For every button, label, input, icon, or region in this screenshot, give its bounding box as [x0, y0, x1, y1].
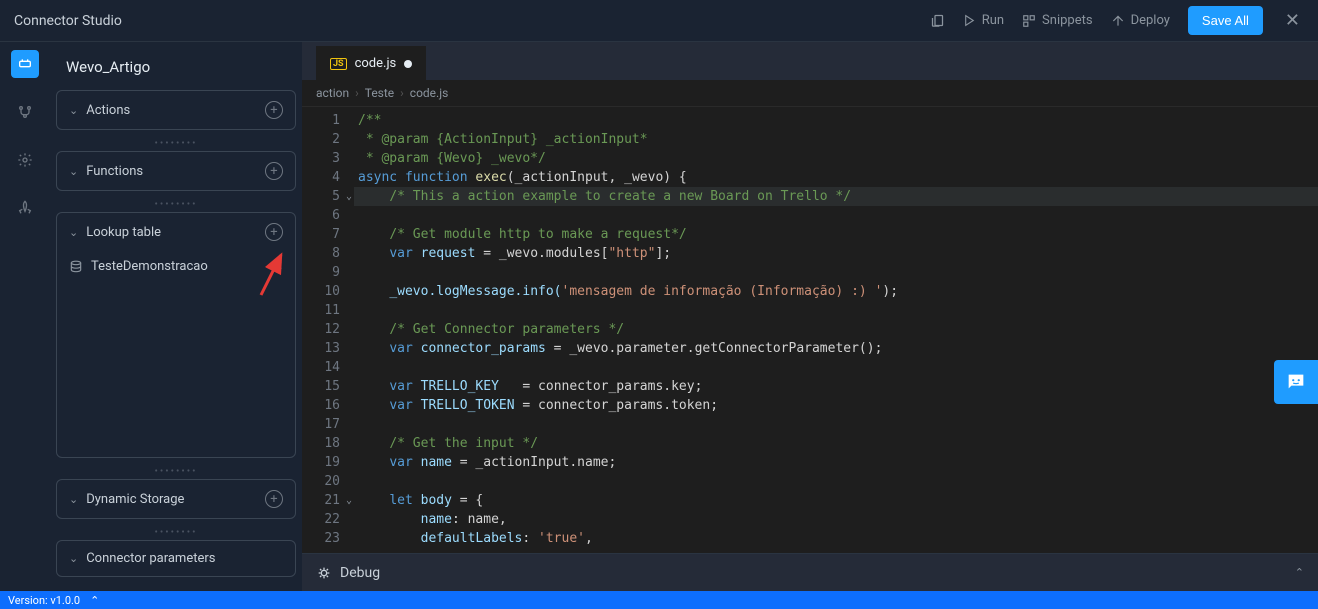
- fold-icon[interactable]: ⌄: [346, 187, 352, 206]
- top-actions: Run Snippets Deploy Save All ✕: [930, 6, 1304, 35]
- chevron-down-icon: ⌄: [69, 104, 78, 117]
- panel-connector-params-label: Connector parameters: [86, 551, 215, 566]
- rail-rocket-icon[interactable]: [11, 194, 39, 222]
- add-action-button[interactable]: +: [265, 101, 283, 119]
- panel-actions-label: Actions: [86, 103, 130, 118]
- main-layout: Wevo_Artigo ⌄ Actions + •••••••• ⌄ Funct…: [0, 42, 1318, 591]
- breadcrumb-teste: Teste: [365, 86, 394, 100]
- lookup-item-label: TesteDemonstracao: [91, 259, 208, 274]
- debug-label: Debug: [340, 565, 380, 581]
- drag-handle[interactable]: ••••••••: [56, 527, 296, 538]
- save-all-button[interactable]: Save All: [1188, 6, 1263, 35]
- sidebar: Wevo_Artigo ⌄ Actions + •••••••• ⌄ Funct…: [50, 42, 302, 591]
- version-label: Version: v1.0.0: [8, 594, 80, 607]
- database-icon: [69, 260, 83, 274]
- chat-widget-button[interactable]: [1274, 360, 1318, 404]
- panel-functions: ⌄ Functions +: [56, 151, 296, 191]
- project-header: Wevo_Artigo: [56, 50, 296, 84]
- version-chevron-icon[interactable]: ⌃: [90, 594, 99, 607]
- unsaved-dot-icon: [404, 60, 412, 68]
- code-content: /** * @param {ActionInput} _actionInput*…: [354, 107, 1318, 553]
- panel-lookup: ⌄ Lookup table + TesteDemonstracao ✕: [56, 212, 296, 458]
- icon-rail: [0, 42, 50, 591]
- snippets-label: Snippets: [1042, 13, 1093, 28]
- tab-label: code.js: [355, 56, 397, 71]
- add-lookup-button[interactable]: +: [265, 223, 283, 241]
- lookup-item[interactable]: TesteDemonstracao ✕: [57, 251, 295, 282]
- breadcrumb-sep: ›: [400, 86, 404, 100]
- debug-bar[interactable]: Debug ⌃: [302, 553, 1318, 591]
- close-icon[interactable]: ✕: [1281, 10, 1304, 31]
- chevron-up-icon[interactable]: ⌃: [1295, 566, 1304, 579]
- version-bar: Version: v1.0.0 ⌃: [0, 591, 1318, 609]
- panel-connector-params: ⌄ Connector parameters: [56, 540, 296, 577]
- rail-git-icon[interactable]: [11, 98, 39, 126]
- panel-functions-header[interactable]: ⌄ Functions +: [57, 152, 295, 190]
- editor-area: JS code.js action › Teste › code.js 1234…: [302, 42, 1318, 591]
- tab-code-js[interactable]: JS code.js: [316, 46, 426, 80]
- panel-lookup-header[interactable]: ⌄ Lookup table +: [57, 213, 295, 251]
- breadcrumb-action: action: [316, 86, 349, 100]
- add-storage-button[interactable]: +: [265, 490, 283, 508]
- top-bar: Connector Studio Run Snippets Deploy Sav…: [0, 0, 1318, 42]
- js-file-icon: JS: [330, 58, 347, 70]
- deploy-button[interactable]: Deploy: [1111, 13, 1170, 28]
- chevron-down-icon: ⌄: [69, 165, 78, 178]
- chevron-down-icon: ⌄: [69, 552, 78, 565]
- chevron-down-icon: ⌄: [69, 226, 78, 239]
- breadcrumb-sep: ›: [355, 86, 359, 100]
- app-title: Connector Studio: [14, 13, 122, 29]
- panel-connector-params-header[interactable]: ⌄ Connector parameters: [57, 541, 295, 576]
- clipboard-button[interactable]: [930, 13, 945, 28]
- rail-gear-icon[interactable]: [11, 146, 39, 174]
- deploy-label: Deploy: [1131, 13, 1170, 28]
- panel-lookup-label: Lookup table: [86, 225, 161, 240]
- chat-icon: [1285, 371, 1307, 393]
- breadcrumb[interactable]: action › Teste › code.js: [302, 80, 1318, 107]
- code-editor[interactable]: 1234 5⌄ 6789 10111213 14151617 181920 21…: [302, 107, 1318, 553]
- tab-bar: JS code.js: [302, 42, 1318, 80]
- panel-dynamic-storage: ⌄ Dynamic Storage +: [56, 479, 296, 519]
- rail-connector-icon[interactable]: [11, 50, 39, 78]
- run-button[interactable]: Run: [963, 13, 1004, 28]
- drag-handle[interactable]: ••••••••: [56, 199, 296, 210]
- bug-icon: [316, 565, 332, 581]
- panel-dynamic-storage-label: Dynamic Storage: [86, 492, 184, 507]
- panel-actions: ⌄ Actions +: [56, 90, 296, 130]
- delete-lookup-icon[interactable]: ✕: [272, 259, 283, 274]
- panel-dynamic-storage-header[interactable]: ⌄ Dynamic Storage +: [57, 480, 295, 518]
- snippets-button[interactable]: Snippets: [1022, 13, 1093, 28]
- project-name: Wevo_Artigo: [66, 58, 150, 76]
- panel-functions-label: Functions: [86, 164, 143, 179]
- run-label: Run: [982, 13, 1004, 28]
- drag-handle[interactable]: ••••••••: [56, 466, 296, 477]
- line-gutter: 1234 5⌄ 6789 10111213 14151617 181920 21…: [302, 107, 354, 553]
- fold-icon[interactable]: ⌄: [346, 491, 352, 510]
- breadcrumb-file: code.js: [410, 86, 448, 100]
- chevron-down-icon: ⌄: [69, 493, 78, 506]
- add-function-button[interactable]: +: [265, 162, 283, 180]
- drag-handle[interactable]: ••••••••: [56, 138, 296, 149]
- panel-actions-header[interactable]: ⌄ Actions +: [57, 91, 295, 129]
